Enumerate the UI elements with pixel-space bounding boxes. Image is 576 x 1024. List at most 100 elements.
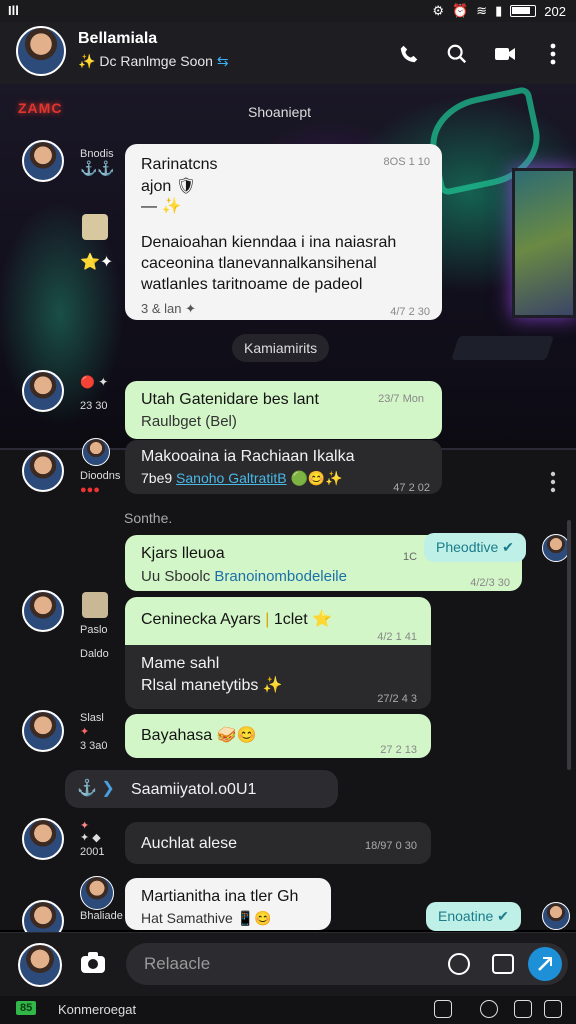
sender-avatar-4[interactable] bbox=[22, 590, 64, 632]
message-title-3: Kjars lleuoa bbox=[141, 545, 225, 562]
user-avatar[interactable] bbox=[18, 943, 62, 987]
alarm-icon: ⏰ bbox=[452, 3, 469, 18]
emoji-icon-2: 🟢😊✨ bbox=[290, 470, 343, 486]
message-bubble-green-2[interactable]: Ceninecka Ayars | 1clet ⭐ 4/2 1 41 bbox=[125, 597, 431, 645]
attachment-icon[interactable] bbox=[492, 954, 514, 974]
monitor-decoration bbox=[512, 168, 576, 318]
status-badge-icon: ⇆ bbox=[212, 53, 229, 69]
wallpaper-brand: ZAMC bbox=[18, 100, 63, 116]
message-bubble-white[interactable]: Martianitha ina tler Gh Hat Samathive 📱😊 bbox=[125, 878, 331, 930]
read-receipt-avatar bbox=[542, 534, 570, 562]
video-call-icon[interactable] bbox=[492, 41, 518, 67]
message-bubble-dark-2[interactable]: Mame sahl Rlsal manetytibs ✨ 27/2 4 3 bbox=[125, 645, 431, 709]
check-icon: ✔ bbox=[502, 539, 514, 555]
battery-icon bbox=[510, 5, 537, 17]
overflow-menu-icon[interactable] bbox=[546, 470, 560, 494]
message-time-2: 4/7 2 30 bbox=[390, 306, 430, 318]
wifi-icon: ≋ bbox=[476, 3, 488, 18]
message-bubble-dark-3[interactable]: Auchlat alese 18/97 0 30 bbox=[125, 822, 431, 864]
status-emoji-icon: ✨ bbox=[78, 53, 100, 69]
date-separator: Shoaniept bbox=[248, 104, 312, 120]
sender-label-8: 2001 bbox=[80, 846, 105, 858]
message-bubble[interactable]: Rarinatcns ajon 🛡 — ✨ 8OS 1 10 Denaioaha… bbox=[125, 144, 442, 320]
camera-icon[interactable] bbox=[80, 951, 106, 980]
date-separator-3: Sonthe. bbox=[124, 510, 173, 526]
voice-call-icon[interactable] bbox=[396, 41, 422, 67]
message-subtitle-2: 7be9 Sanoho GaltratitB 🟢😊✨ bbox=[141, 470, 343, 486]
message-bubble-dark[interactable]: Makooaina ia Rachiaan Ikalka 7be9 Sanoho… bbox=[125, 440, 442, 494]
sender-label-2: 23 30 bbox=[80, 400, 108, 412]
sender-avatar-5[interactable] bbox=[22, 710, 64, 752]
message-time-7: 27/2 4 3 bbox=[377, 693, 417, 705]
message-composer: Relaacle bbox=[0, 932, 576, 996]
message-time-9: 18/97 0 30 bbox=[365, 840, 417, 852]
reaction-icon: — ✨ bbox=[141, 198, 182, 215]
sender-label-5: Daldo bbox=[80, 648, 109, 660]
sender-badge-icon: ●●● bbox=[80, 484, 100, 496]
app-badge: 85 bbox=[16, 1001, 37, 1015]
bottom-bar: 85 Konmeroegat bbox=[0, 996, 576, 1024]
message-time-4: 47 2 02 bbox=[393, 482, 430, 494]
chat-header: Bellamiala ✨ Dc Ranlmge Soon ⇆ bbox=[0, 22, 576, 84]
message-bubble-green-3[interactable]: Bayahasa 🥪😊 27 2 13 bbox=[125, 714, 431, 758]
emoji-picker-icon[interactable] bbox=[448, 953, 470, 975]
date-separator-2: Kamiamirits bbox=[232, 334, 330, 362]
sender-avatar-2[interactable] bbox=[22, 370, 64, 412]
message-title-5: Bayahasa 🥪😊 bbox=[141, 727, 257, 744]
message-subtitle: Raulbget (Bel) bbox=[141, 413, 237, 430]
message-meta-2: 1C bbox=[403, 551, 418, 563]
message-text: Denaioahan kienndaa i ina naiasrah caceo… bbox=[141, 234, 397, 293]
app-shortcut-icon: ⚓ ❯ bbox=[77, 780, 115, 797]
screenshot-icon[interactable] bbox=[434, 1000, 452, 1018]
status-time: 202 bbox=[544, 3, 566, 19]
message-line-3: Mame sahl bbox=[141, 655, 220, 672]
status-tag[interactable]: Pheodtive ✔ bbox=[424, 533, 526, 562]
sender-label-7: 3 3a0 bbox=[80, 740, 108, 752]
signal-indicator: Ill bbox=[8, 3, 19, 18]
message-input-placeholder: Relaacle bbox=[144, 954, 211, 973]
message-bubble-green[interactable]: Utah Gatenidare bes lant Raulbget (Bel) … bbox=[125, 381, 442, 439]
app-icon[interactable] bbox=[514, 1000, 532, 1018]
bottom-bar-label: Konmeroegat bbox=[58, 1002, 137, 1017]
message-subtitle-3: Uu Sboolc Branoinombodeleile bbox=[141, 568, 347, 585]
star-emoji-icon: ⭐ bbox=[312, 611, 333, 628]
sender-reaction-icon-2: ✦ bbox=[80, 726, 90, 738]
send-button[interactable] bbox=[528, 947, 562, 981]
sender-avatar-3[interactable] bbox=[22, 450, 64, 492]
group-avatar-2[interactable] bbox=[80, 876, 114, 910]
sender-emoji-icon: ⚓⚓ bbox=[80, 160, 115, 176]
message-title-7: Martianitha ina tler Gh bbox=[141, 888, 299, 905]
signal-bars-icon: ▮ bbox=[495, 3, 503, 18]
star-icon: ⭐✦ bbox=[80, 254, 114, 271]
contact-name[interactable]: Bellamiala bbox=[78, 30, 157, 48]
status-tag-2[interactable]: Enoatine ✔ bbox=[426, 902, 521, 931]
scrollbar[interactable] bbox=[567, 520, 571, 770]
record-icon[interactable] bbox=[480, 1000, 498, 1018]
message-line-2: ajon 🛡 bbox=[141, 178, 197, 195]
status-bar: Ill ⚙ ⏰ ≋ ▮ 202 bbox=[0, 0, 576, 22]
message-input[interactable]: Relaacle bbox=[126, 943, 568, 985]
more-menu-icon[interactable] bbox=[540, 41, 566, 67]
emoji-icon-3: ✨ bbox=[262, 677, 283, 694]
notification-icon: ⚙ bbox=[432, 3, 445, 18]
message-line-4: Rlsal manetytibs ✨ bbox=[141, 677, 283, 694]
sticker-icon bbox=[82, 214, 108, 240]
group-avatar[interactable] bbox=[82, 438, 110, 466]
message-title-6: Auchlat alese bbox=[141, 835, 238, 852]
emoji-icon: 🛡 bbox=[175, 178, 197, 195]
sticker-icon-2 bbox=[82, 592, 108, 618]
sender-avatar[interactable] bbox=[22, 140, 64, 182]
sender-label-4: Paslo bbox=[80, 624, 108, 636]
message-link-2[interactable]: Branoinombodeleile bbox=[214, 568, 347, 585]
search-call-icon[interactable] bbox=[444, 41, 470, 67]
read-receipt-avatar-2 bbox=[542, 902, 570, 930]
settings-icon[interactable] bbox=[544, 1000, 562, 1018]
contact-avatar[interactable] bbox=[16, 26, 66, 76]
sender-reaction-icon: 🔴 ✦ bbox=[80, 375, 109, 389]
sender-avatar-6[interactable] bbox=[22, 818, 64, 860]
emoji-icon-4: 🥪😊 bbox=[216, 727, 257, 744]
message-meta: 3 & lan ✦ bbox=[141, 301, 196, 316]
message-link[interactable]: Sanoho GaltratitB bbox=[176, 470, 287, 486]
message-time: 8OS 1 10 bbox=[383, 156, 430, 168]
system-message[interactable]: ⚓ ❯ Saamiiyatol.o0U1 bbox=[65, 770, 338, 808]
